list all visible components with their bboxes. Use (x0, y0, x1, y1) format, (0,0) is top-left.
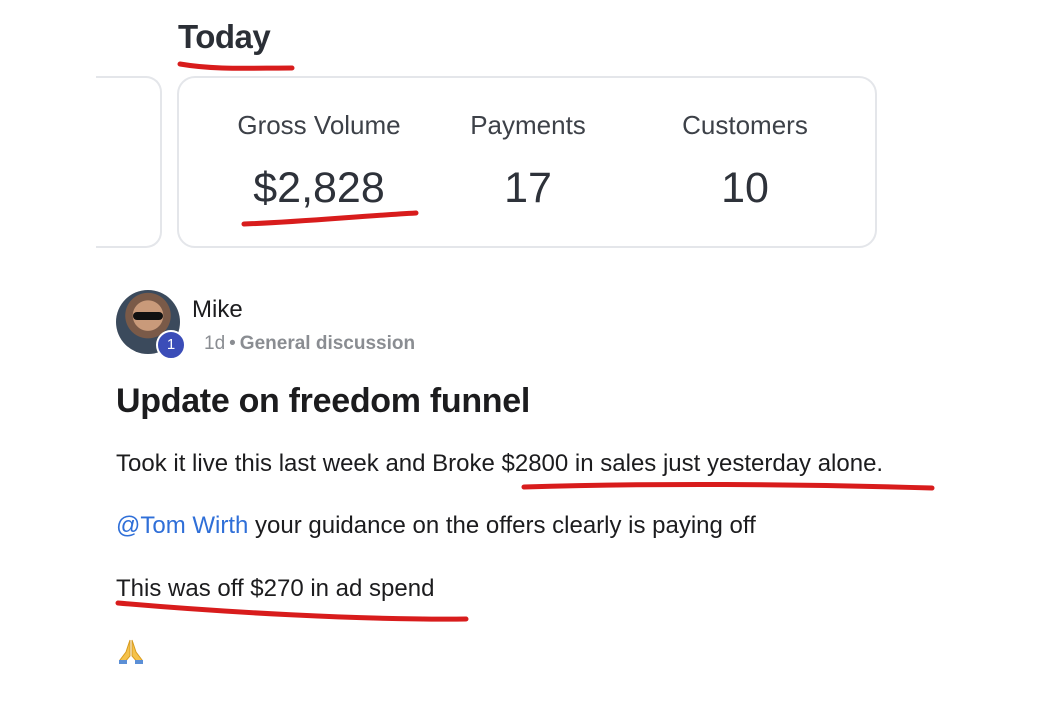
post-title: Update on freedom funnel (116, 382, 531, 420)
underline-sales (521, 481, 935, 491)
mention-link[interactable]: @Tom Wirth (116, 512, 248, 539)
post-line-2: @Tom Wirth your guidance on the offers c… (116, 512, 756, 540)
underline-today (177, 61, 295, 71)
line1-highlight: $2800 in sales just yesterday alone. (501, 450, 884, 477)
underline-ad-spend (115, 600, 469, 622)
stat-value: 17 (504, 164, 552, 212)
author-avatar[interactable]: 1 (114, 290, 186, 360)
post-line-3: This was off $270 in ad spend (116, 575, 435, 602)
previous-stats-card[interactable] (96, 76, 162, 248)
stat-label: Gross Volume (237, 110, 401, 140)
line1-prefix: Took it live this last week and Broke (116, 450, 502, 477)
post-meta: 1d • General discussion (204, 333, 415, 355)
stat-value: 10 (721, 164, 769, 212)
post-line-1: Took it live this last week and Broke $2… (116, 450, 883, 478)
line2-rest: your guidance on the offers clearly is p… (248, 512, 756, 539)
stat-label: Customers (682, 110, 808, 140)
page-title: Today (178, 18, 271, 55)
stat-value: $2,828 (253, 164, 385, 212)
author-name[interactable]: Mike (192, 296, 243, 324)
post-category[interactable]: General discussion (240, 333, 415, 354)
pray-emoji-icon (119, 639, 143, 664)
stat-label: Payments (470, 110, 586, 140)
meta-separator: • (229, 333, 236, 354)
level-badge: 1 (156, 330, 186, 360)
post-age: 1d (204, 333, 226, 354)
today-stats-card[interactable]: Gross Volume $2,828 Payments 17 Customer… (177, 76, 877, 248)
